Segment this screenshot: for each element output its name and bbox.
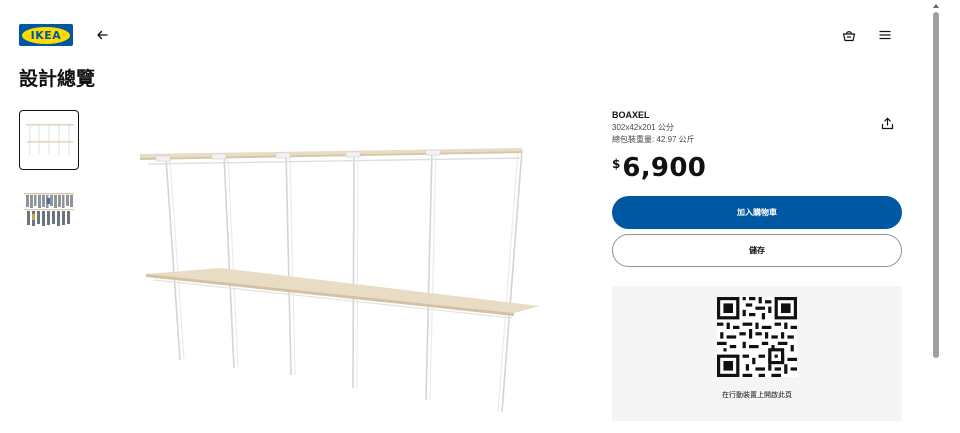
product-name: BOAXEL: [612, 110, 650, 120]
save-button[interactable]: 儲存: [612, 234, 902, 267]
ikea-logo[interactable]: IKEA: [19, 24, 73, 46]
price-currency: $: [612, 157, 621, 171]
product-weight: 總包裝重量: 42.97 公斤: [612, 135, 695, 144]
thumbnail-shelf-with-clothes[interactable]: [19, 183, 79, 243]
menu-button[interactable]: [874, 24, 896, 46]
logo-oval: IKEA: [22, 26, 70, 44]
basket-button[interactable]: [838, 24, 860, 46]
back-button[interactable]: [92, 25, 112, 45]
product-dimensions: 302x42x201 公分: [612, 123, 674, 132]
clothes-thumbnail-image: [24, 193, 74, 226]
add-to-cart-button[interactable]: 加入購物車: [612, 196, 902, 229]
price-amount: 6,900: [622, 153, 707, 183]
share-upload-icon: [881, 117, 893, 129]
page-title: 設計總覽: [19, 68, 96, 90]
product-price: $ 6,900: [612, 153, 706, 183]
thumbnail-shelf-render[interactable]: [19, 110, 79, 170]
logo-text: IKEA: [30, 28, 62, 42]
qr-caption: 在行動裝置上開啟此頁: [722, 391, 792, 399]
shopping-basket-icon: [842, 30, 856, 41]
shelf-thumbnail-image: [26, 124, 74, 155]
product-render-image: [140, 148, 540, 413]
hamburger-menu-icon: [879, 30, 891, 40]
scrollbar-thumb[interactable]: [933, 12, 939, 358]
qr-panel: 在行動裝置上開啟此頁: [612, 286, 902, 421]
scroll-up-arrow-icon[interactable]: [933, 4, 939, 8]
arrow-left-icon: [97, 30, 108, 40]
qr-code-image: [717, 297, 797, 377]
share-button[interactable]: [878, 114, 896, 132]
page: IKEA 設計總覽 BOAXEL 302x42x201 公分 總包裝重量: 42…: [0, 0, 930, 433]
page-scrollbar[interactable]: [930, 0, 942, 433]
